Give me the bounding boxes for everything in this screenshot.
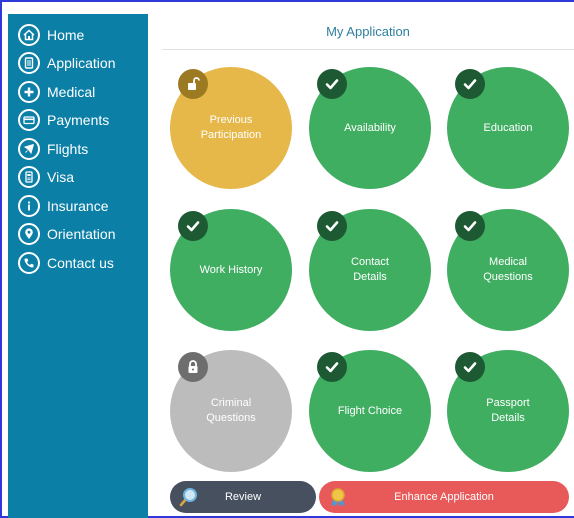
tile-flight-choice[interactable]: Flight Choice [309, 350, 431, 472]
sidebar-item-label: Medical [47, 84, 96, 100]
tile-passport-details[interactable]: Passport Details [447, 350, 569, 472]
tile-label: Previous Participation [200, 114, 262, 141]
sidebar-item-label: Orientation [47, 226, 116, 242]
tile-label: Flight Choice [337, 404, 403, 417]
padlock-icon [178, 352, 208, 382]
checkmark-icon [178, 211, 208, 241]
checkmark-icon [455, 69, 485, 99]
tile-label: Criminal Questions [206, 397, 256, 424]
tile-contact-details[interactable]: Contact Details [309, 209, 431, 331]
tile-availability[interactable]: Availability [309, 67, 431, 189]
sidebar-item-home[interactable]: Home [18, 23, 84, 47]
sidebar-item-application[interactable]: Application [18, 51, 116, 75]
sidebar-item-flights[interactable]: Flights [18, 137, 88, 161]
plane-icon [18, 138, 40, 160]
info-icon [18, 195, 40, 217]
card-icon [18, 109, 40, 131]
tile-criminal-questions[interactable]: Criminal Questions [170, 350, 292, 472]
tile-label: Medical Questions [483, 256, 533, 283]
tile-previous-participation[interactable]: Previous Participation [170, 67, 292, 189]
sidebar-item-label: Flights [47, 141, 89, 157]
sidebar-item-medical[interactable]: Medical [18, 80, 95, 104]
page-title: My Application [326, 24, 410, 39]
review-button[interactable]: Review [170, 481, 316, 513]
checkmark-icon [317, 211, 347, 241]
page-header: My Application [162, 14, 574, 50]
sidebar-item-payments[interactable]: Payments [18, 108, 109, 132]
phone-icon [18, 252, 40, 274]
checkmark-icon [455, 352, 485, 382]
sidebar-item-label: Home [47, 27, 85, 43]
location-pin-icon [18, 223, 40, 245]
tile-education[interactable]: Education [447, 67, 569, 189]
enhance-application-button[interactable]: Enhance Application [319, 481, 569, 513]
sidebar-item-visa[interactable]: Visa [18, 165, 74, 189]
sidebar-nav: Home Application Medical Payments Flight… [8, 14, 148, 518]
checkmark-icon [317, 69, 347, 99]
tile-label: Contact Details [351, 256, 389, 283]
sidebar-item-label: Visa [47, 169, 74, 185]
checkmark-icon [455, 211, 485, 241]
visa-doc-icon [18, 166, 40, 188]
enhance-application-label: Enhance Application [394, 491, 494, 503]
plus-icon [18, 81, 40, 103]
tile-label: Passport Details [486, 397, 530, 424]
tile-label: Education [483, 121, 533, 134]
home-icon [18, 24, 40, 46]
unlocked-padlock-icon [178, 69, 208, 99]
tile-label: Availability [344, 121, 396, 134]
sidebar-item-label: Contact us [47, 255, 114, 271]
tile-work-history[interactable]: Work History [170, 209, 292, 331]
document-icon [18, 52, 40, 74]
checkmark-icon [317, 352, 347, 382]
review-button-label: Review [224, 491, 262, 503]
sidebar-item-label: Insurance [47, 198, 109, 214]
sidebar-item-label: Payments [47, 112, 110, 128]
sidebar-item-insurance[interactable]: Insurance [18, 194, 108, 218]
sidebar-item-contact-us[interactable]: Contact us [18, 251, 114, 275]
tile-label: Work History [199, 263, 263, 276]
sidebar-item-orientation[interactable]: Orientation [18, 222, 115, 246]
tile-medical-questions[interactable]: Medical Questions [447, 209, 569, 331]
sidebar-item-label: Application [47, 55, 116, 71]
